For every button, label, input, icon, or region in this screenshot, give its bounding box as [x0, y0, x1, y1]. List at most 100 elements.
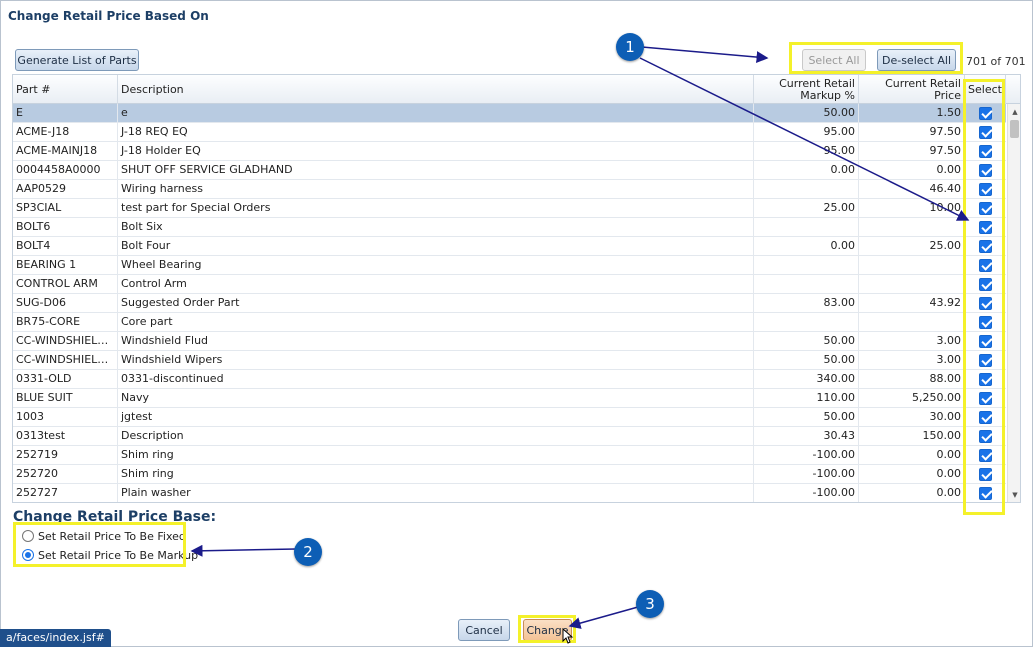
select-checkbox[interactable] [979, 163, 992, 177]
cell-price: 88.00 [859, 370, 965, 388]
cell-select [965, 142, 1006, 160]
cell-part-number: CC-WINDSHIELDF... [13, 332, 118, 350]
cell-price: 3.00 [859, 332, 965, 350]
table-row[interactable]: 1003 jgtest 50.00 30.00 [13, 408, 1006, 427]
table-row[interactable]: CONTROL ARM Control Arm [13, 275, 1006, 294]
cell-description: Control Arm [118, 275, 754, 293]
select-checkbox[interactable] [979, 258, 992, 272]
cell-select [965, 104, 1006, 122]
callout-badge-2: 2 [294, 538, 322, 566]
cell-markup: 50.00 [754, 351, 859, 369]
cell-select [965, 313, 1006, 331]
scroll-thumb[interactable] [1010, 120, 1019, 138]
deselect-all-button[interactable]: De-select All [877, 49, 956, 71]
select-checkbox[interactable] [979, 448, 992, 462]
select-checkbox[interactable] [979, 467, 992, 481]
cell-select [965, 218, 1006, 236]
cell-part-number: BEARING 1 [13, 256, 118, 274]
table-row[interactable]: 0313test Description 30.43 150.00 [13, 427, 1006, 446]
table-row[interactable]: BEARING 1 Wheel Bearing [13, 256, 1006, 275]
select-checkbox[interactable] [979, 106, 992, 120]
cell-select [965, 161, 1006, 179]
cell-part-number: 1003 [13, 408, 118, 426]
select-checkbox[interactable] [979, 391, 992, 405]
column-header-markup[interactable]: Current Retail Markup % [754, 75, 859, 104]
select-checkbox[interactable] [979, 239, 992, 253]
mouse-pointer-icon [562, 628, 574, 644]
radio-markup-icon[interactable] [22, 549, 34, 561]
select-checkbox[interactable] [979, 429, 992, 443]
select-checkbox[interactable] [979, 277, 992, 291]
select-checkbox[interactable] [979, 486, 992, 500]
select-checkbox[interactable] [979, 296, 992, 310]
select-checkbox[interactable] [979, 220, 992, 234]
generate-list-button[interactable]: Generate List of Parts [15, 49, 139, 71]
cell-part-number: 0331-OLD [13, 370, 118, 388]
cell-markup: 340.00 [754, 370, 859, 388]
cell-price [859, 218, 965, 236]
table-row[interactable]: ACME-MAINJ18 J-18 Holder EQ 95.00 97.50 [13, 142, 1006, 161]
table-row[interactable]: 252720 Shim ring -100.00 0.00 [13, 465, 1006, 484]
cell-part-number: BLUE SUIT [13, 389, 118, 407]
cell-description: Wheel Bearing [118, 256, 754, 274]
select-checkbox[interactable] [979, 144, 992, 158]
table-row[interactable]: BLUE SUIT Navy 110.00 5,250.00 [13, 389, 1006, 408]
table-row[interactable]: 0331-OLD 0331-discontinued 340.00 88.00 [13, 370, 1006, 389]
radio-markup-label[interactable]: Set Retail Price To Be Markup [38, 549, 198, 562]
cell-markup: 95.00 [754, 142, 859, 160]
radio-option-markup[interactable]: Set Retail Price To Be Markup [22, 546, 198, 564]
table-row[interactable]: Ee 50.00 1.50 [13, 104, 1006, 123]
column-header-description[interactable]: Description [118, 75, 754, 104]
select-checkbox[interactable] [979, 315, 992, 329]
select-checkbox[interactable] [979, 334, 992, 348]
select-checkbox[interactable] [979, 182, 992, 196]
select-all-button[interactable]: Select All [802, 49, 866, 71]
select-checkbox[interactable] [979, 410, 992, 424]
select-checkbox[interactable] [979, 201, 992, 215]
cell-price: 97.50 [859, 123, 965, 141]
table-row[interactable]: BR75-CORE Core part [13, 313, 1006, 332]
table-scrollbar[interactable]: ▲ ▼ [1007, 104, 1020, 502]
cell-select [965, 199, 1006, 217]
select-checkbox[interactable] [979, 125, 992, 139]
cell-description: Shim ring [118, 465, 754, 483]
table-row[interactable]: SP3CIAL test part for Special Orders 25.00… [13, 199, 1006, 218]
cell-part-number: BR75-CORE [13, 313, 118, 331]
column-header-price[interactable]: Current Retail Price [859, 75, 965, 104]
table-row[interactable]: CC-WINDSHIELDF... Windshield Flud 50.00 3.0… [13, 332, 1006, 351]
select-checkbox[interactable] [979, 372, 992, 386]
cell-markup: -100.00 [754, 484, 859, 502]
cell-select [965, 275, 1006, 293]
callout-badge-1: 1 [616, 33, 644, 61]
scroll-down-arrow-icon[interactable]: ▼ [1008, 489, 1020, 501]
radio-fixed-label[interactable]: Set Retail Price To Be Fixed [38, 530, 186, 543]
radio-fixed-icon[interactable] [22, 530, 34, 542]
cell-description: Windshield Flud [118, 332, 754, 350]
table-row[interactable]: AAP0529 Wiring harness 46.40 [13, 180, 1006, 199]
column-header-part[interactable]: Part # [13, 75, 118, 104]
scroll-up-arrow-icon[interactable]: ▲ [1008, 106, 1020, 118]
radio-option-fixed[interactable]: Set Retail Price To Be Fixed [22, 527, 186, 545]
table-row[interactable]: BOLT4 Bolt Four 0.00 25.00 [13, 237, 1006, 256]
table-row[interactable]: BOLT6 Bolt Six [13, 218, 1006, 237]
cell-part-number: SUG-D06 [13, 294, 118, 312]
cell-description: Suggested Order Part [118, 294, 754, 312]
cell-price: 30.00 [859, 408, 965, 426]
cell-part-number: E [13, 104, 118, 122]
table-row[interactable]: ACME-J18 J-18 REQ EQ 95.00 97.50 [13, 123, 1006, 142]
cancel-button[interactable]: Cancel [458, 619, 510, 641]
cell-select [965, 370, 1006, 388]
table-row[interactable]: 252719 Shim ring -100.00 0.00 [13, 446, 1006, 465]
cell-part-number: 252719 [13, 446, 118, 464]
table-row[interactable]: CC-WINDSHIELD... Windshield Wipers 50.00 3.… [13, 351, 1006, 370]
cell-part-number: ACME-MAINJ18 [13, 142, 118, 160]
cell-markup: 0.00 [754, 237, 859, 255]
cell-part-number: 252720 [13, 465, 118, 483]
select-checkbox[interactable] [979, 353, 992, 367]
cell-markup [754, 313, 859, 331]
table-row[interactable]: 0004458A0000 SHUT OFF SERVICE GLADHAND 0.0… [13, 161, 1006, 180]
cell-price: 0.00 [859, 446, 965, 464]
table-row[interactable]: 252727 Plain washer -100.00 0.00 [13, 484, 1006, 502]
table-row[interactable]: SUG-D06 Suggested Order Part 83.00 43.92 [13, 294, 1006, 313]
column-header-select[interactable]: Select [965, 75, 1006, 104]
